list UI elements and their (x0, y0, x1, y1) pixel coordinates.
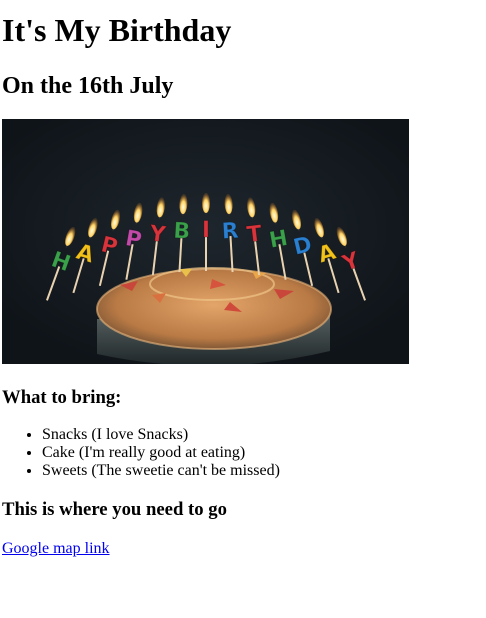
list-item: Snacks (I love Snacks) (42, 426, 482, 444)
google-map-link[interactable]: Google map link (2, 540, 110, 558)
bring-list: Snacks (I love Snacks) Cake (I'm really … (2, 426, 482, 480)
what-to-bring-heading: What to bring: (2, 387, 122, 408)
svg-text:R: R (221, 219, 239, 245)
svg-text:T: T (245, 221, 263, 248)
list-item: Cake (I'm really good at eating) (42, 444, 482, 462)
birthday-cake-image: HAPPYBIRTHDAY (2, 119, 409, 364)
svg-text:I: I (202, 218, 210, 243)
svg-text:B: B (173, 219, 191, 245)
list-item: Sweets (The sweetie can't be missed) (42, 462, 482, 480)
page-content: It's My Birthday On the 16th July H A P … (2, 0, 482, 558)
page-subtitle: On the 16th July (2, 73, 174, 99)
location-heading: This is where you need to go (2, 499, 227, 520)
page-title: It's My Birthday (2, 12, 232, 48)
